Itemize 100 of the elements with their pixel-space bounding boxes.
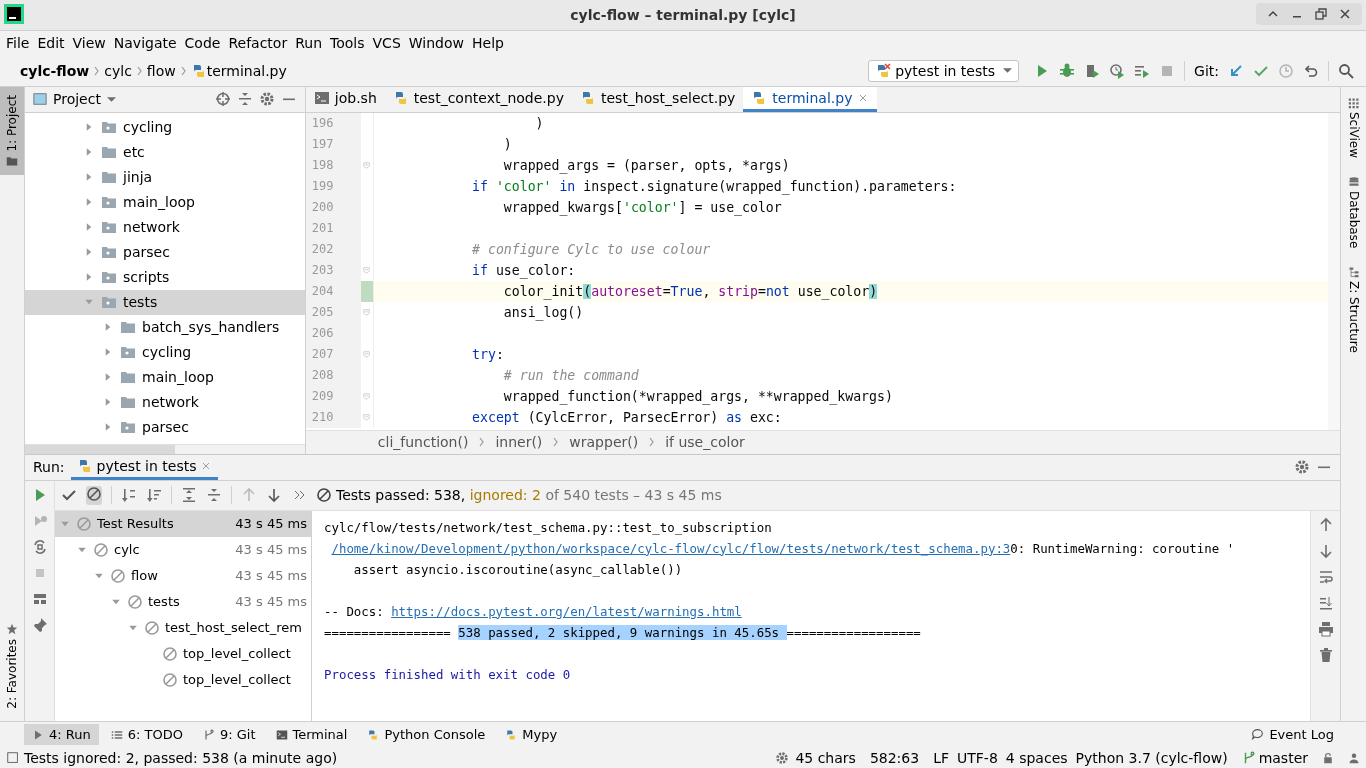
breadcrumb[interactable]: cli_function()	[377, 434, 469, 451]
tool-window-button[interactable]: Event Log	[1243, 724, 1342, 745]
menu-item[interactable]: View	[68, 35, 110, 52]
tool-window-tab[interactable]: 2: Favorites	[0, 615, 24, 717]
tool-window-button[interactable]: 6: TODO	[102, 724, 191, 745]
soft-wrap-icon[interactable]	[1317, 568, 1334, 585]
test-tree-item[interactable]: top_level_collect	[55, 640, 311, 667]
tree-item[interactable]: etc	[25, 139, 305, 165]
menu-item[interactable]: File	[2, 35, 34, 52]
status-message[interactable]: Tests ignored: 2, passed: 538 (a minute ago)	[24, 749, 338, 766]
panel-title[interactable]: Project	[53, 91, 101, 108]
trash-icon[interactable]	[1317, 646, 1334, 663]
test-tree-item[interactable]: Test Results 43 s 45 ms	[55, 510, 311, 537]
expand-all-icon[interactable]	[181, 487, 197, 504]
breadcrumb[interactable]: wrapper()	[569, 434, 639, 451]
status-item[interactable]: Python 3.7 (cylc-flow)	[1075, 749, 1228, 766]
update-arrow-icon[interactable]	[1228, 62, 1244, 79]
scroll-to-end-icon[interactable]	[1317, 594, 1334, 611]
test-tree-item[interactable]: top_level_collect	[55, 666, 311, 693]
menu-item[interactable]: Run	[291, 35, 327, 52]
tool-window-tab[interactable]: SciView	[1346, 96, 1361, 158]
tool-window-button[interactable]: 4: Run	[24, 724, 99, 745]
menu-item[interactable]: Navigate	[109, 35, 181, 52]
link[interactable]: /home/kinow/Development/python/workspace/cylc-flow/cylc/flow/tests/network/test_schema.py:3	[331, 540, 1011, 556]
breadcrumb[interactable]: cylc-flow	[20, 62, 90, 79]
undo-icon[interactable]	[1303, 62, 1319, 79]
pin-icon[interactable]	[31, 616, 48, 633]
tree-item[interactable]: parsec	[25, 414, 305, 440]
tree-item[interactable]: network	[25, 389, 305, 415]
tree-item[interactable]: scripts	[25, 264, 305, 290]
branch-widget[interactable]: master	[1241, 749, 1308, 766]
inspector-icon[interactable]	[1348, 751, 1360, 764]
coverage-icon[interactable]	[1084, 62, 1101, 79]
status-item[interactable]: 4 spaces	[1005, 749, 1068, 766]
breadcrumb[interactable]: flow	[146, 62, 176, 79]
bug-icon[interactable]	[1059, 62, 1076, 79]
menu-item[interactable]: Window	[404, 35, 468, 52]
tree-item[interactable]: batch_sys_handlers	[25, 314, 305, 340]
breadcrumb[interactable]: if use_color	[665, 434, 745, 451]
sort-duration-icon[interactable]	[146, 487, 162, 504]
tree-item[interactable]: tests	[25, 289, 305, 315]
editor-tab[interactable]: terminal.py	[743, 86, 878, 112]
tool-window-tab[interactable]: 1: Project	[0, 86, 24, 176]
tree-item[interactable]: jinja	[25, 164, 305, 190]
menu-item[interactable]: Code	[180, 35, 225, 52]
tree-item[interactable]: cycling	[25, 114, 305, 140]
tree-item[interactable]: main_loop	[25, 189, 305, 215]
link[interactable]: https://docs.pytest.org/en/latest/warnings.html	[391, 603, 742, 619]
tool-window-button[interactable]: Mypy	[497, 724, 566, 745]
tool-window-tab[interactable]: Database	[1346, 175, 1361, 248]
restore-icon[interactable]	[1313, 6, 1329, 22]
target-icon[interactable]	[214, 91, 231, 108]
lock-icon[interactable]	[1322, 751, 1334, 764]
menu-item[interactable]: Refactor	[224, 35, 292, 52]
collapse-all-icon[interactable]	[206, 487, 222, 504]
tree-item[interactable]: main_loop	[25, 364, 305, 390]
tree-item[interactable]: cycling	[25, 339, 305, 365]
gear-icon[interactable]	[775, 750, 790, 765]
down-arrow-icon[interactable]	[266, 487, 282, 504]
status-item[interactable]: UTF-8	[957, 749, 998, 766]
ignored-icon[interactable]	[86, 485, 102, 502]
tool-window-button[interactable]: Python Console	[359, 724, 494, 745]
folder-icon	[101, 269, 117, 286]
editor-tab[interactable]: test_host_select.py	[572, 86, 744, 112]
print-icon[interactable]	[1317, 620, 1334, 637]
status-box-icon[interactable]	[6, 750, 20, 765]
profile-icon[interactable]	[1109, 62, 1126, 79]
settings-icon[interactable]	[258, 91, 275, 108]
sort-alpha-icon[interactable]	[121, 487, 137, 504]
caret-icon[interactable]	[106, 96, 116, 102]
search-icon[interactable]	[1338, 62, 1354, 79]
test-tree-item[interactable]: cylc 43 s 45 ms	[55, 536, 311, 563]
breadcrumb[interactable]: terminal.py	[206, 62, 287, 79]
menu-item[interactable]: Tools	[326, 35, 369, 52]
menu-item[interactable]: Edit	[33, 35, 69, 52]
collapse-all-icon[interactable]	[236, 91, 253, 108]
breadcrumb[interactable]: cylc	[104, 62, 132, 79]
menu-item[interactable]: VCS	[368, 35, 405, 52]
status-item[interactable]: 582:63	[869, 749, 920, 766]
toggle-auto-test-icon[interactable]	[31, 538, 48, 555]
test-tree-item[interactable]: tests 43 s 45 ms	[55, 588, 311, 615]
tool-window-tab[interactable]: Z: Structure	[1346, 266, 1361, 353]
chevron-icon	[649, 437, 655, 448]
test-tree-item[interactable]: test_host_select_rem	[55, 614, 311, 641]
down-arrow-icon[interactable]	[1317, 542, 1334, 559]
tool-window-button[interactable]: Terminal	[267, 724, 356, 745]
scrollbar-thumb[interactable]	[25, 444, 175, 454]
code-line: if use_color:	[471, 262, 576, 278]
test-tree-item[interactable]: flow 43 s 45 ms	[55, 562, 311, 589]
editor-tab[interactable]: test_context_node.py	[384, 86, 572, 112]
status-item[interactable]: LF	[933, 749, 949, 766]
menu-item[interactable]: Help	[468, 35, 508, 52]
editor-tab[interactable]: job.sh	[305, 86, 385, 112]
settings-icon[interactable]	[1294, 459, 1310, 476]
breadcrumb[interactable]: inner()	[495, 434, 543, 451]
caret-icon[interactable]	[1003, 68, 1013, 74]
run-config-dropdown[interactable]: pytest in tests	[868, 59, 1020, 82]
tree-item[interactable]: parsec	[25, 239, 305, 265]
tool-window-button[interactable]: 9: Git	[194, 724, 264, 745]
tree-item[interactable]: network	[25, 214, 305, 240]
